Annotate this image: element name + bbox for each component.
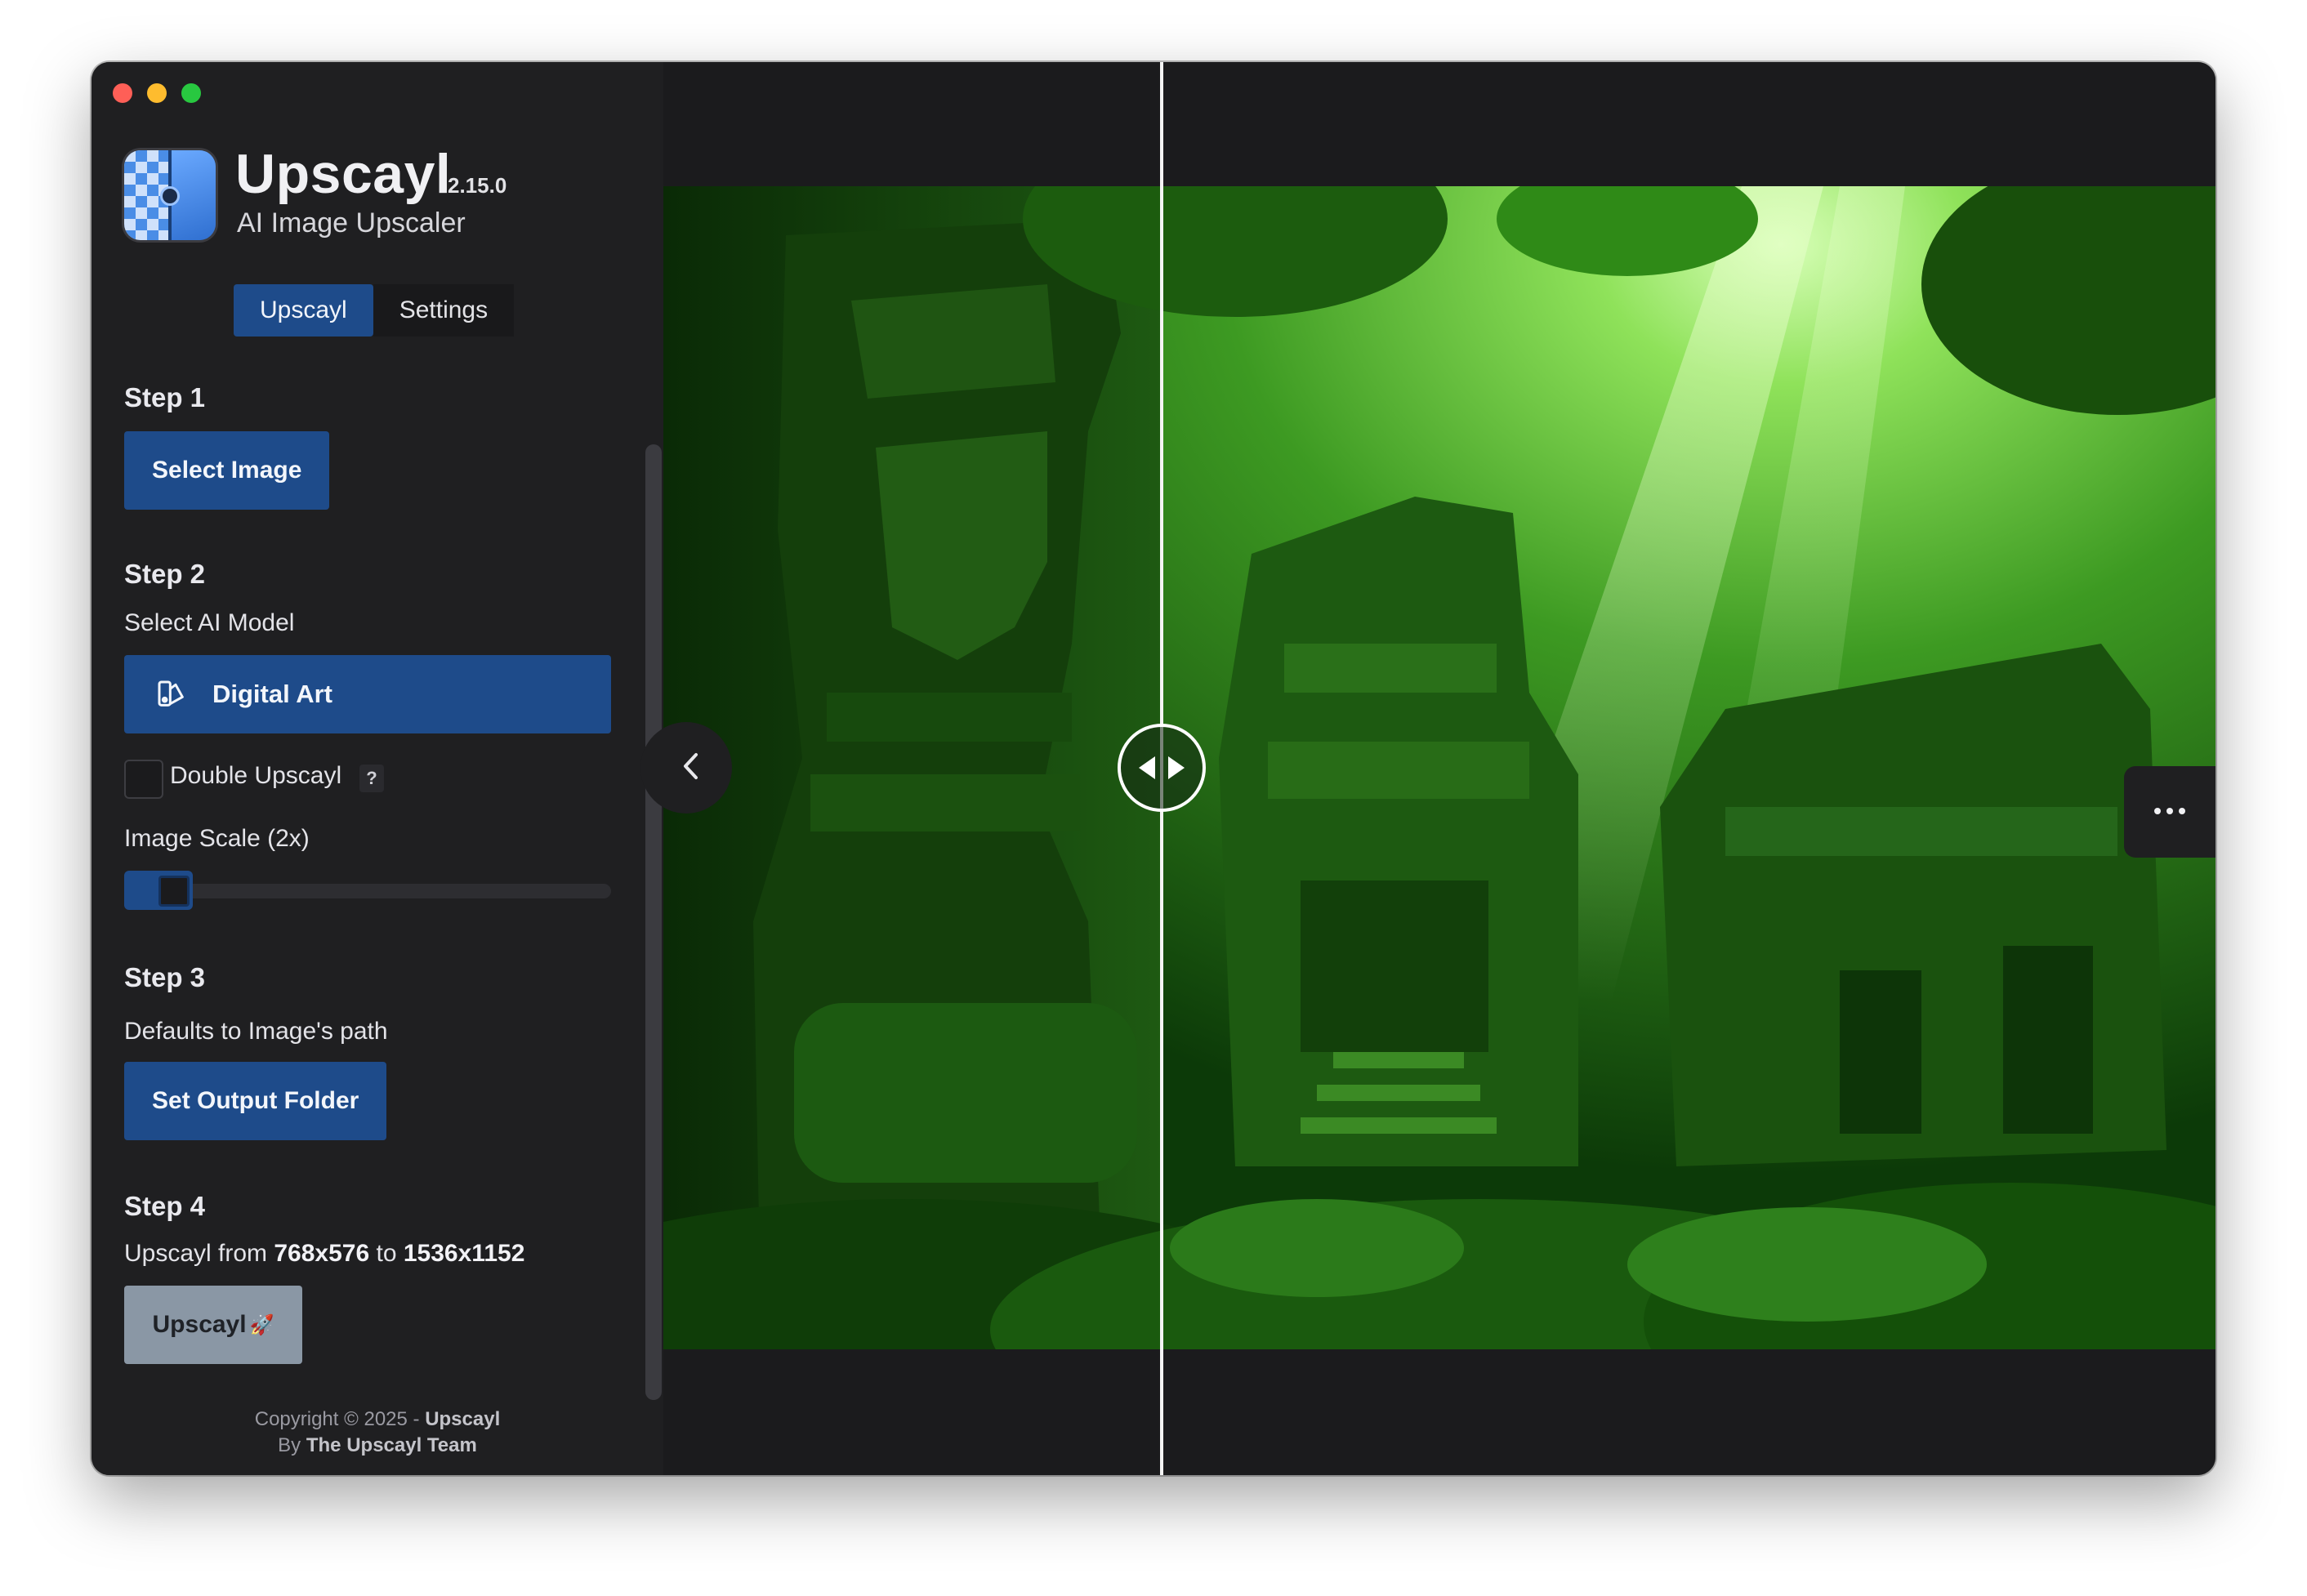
tab-settings[interactable]: Settings [373, 284, 515, 337]
image-compare-preview[interactable] [663, 62, 2216, 1475]
upscale-summary: Upscayl from 768x576 to 1536x1152 [124, 1240, 524, 1268]
minimize-window-button[interactable] [147, 83, 167, 103]
model-select-button[interactable]: Digital Art [124, 655, 611, 733]
more-horizontal-icon [2153, 805, 2186, 819]
app-subtitle: AI Image Upscaler [237, 207, 466, 239]
upscayl-button-label: Upscayl [152, 1311, 247, 1338]
double-upscayl-help-badge[interactable]: ? [359, 765, 384, 792]
footer-brand[interactable]: Upscayl [425, 1408, 500, 1430]
step4-title: Step 4 [124, 1191, 206, 1221]
sidebar-scrollbar[interactable] [645, 444, 662, 1400]
sidebar: Upscayl 2.15.0 AI Image Upscaler Upscayl… [91, 62, 663, 1475]
rocket-icon: 🚀 [249, 1313, 274, 1336]
image-scale-label: Image Scale (2x) [124, 825, 310, 852]
select-image-button[interactable]: Select Image [124, 431, 330, 510]
more-options-button[interactable] [2124, 766, 2216, 858]
app-logo [124, 150, 216, 240]
tab-bar: Upscayl Settings [234, 284, 515, 337]
app-title: Upscayl [235, 143, 452, 205]
footer-credit: By The Upscayl Team [91, 1434, 663, 1457]
footer-by: By [278, 1434, 306, 1456]
target-resolution: 1536x1152 [403, 1240, 525, 1267]
step2-title: Step 2 [124, 559, 206, 589]
chevron-left-icon [681, 752, 699, 784]
window-controls [113, 83, 201, 103]
select-model-label: Select AI Model [124, 609, 295, 636]
app-window: Upscayl 2.15.0 AI Image Upscaler Upscayl… [91, 62, 2216, 1475]
zoom-window-button[interactable] [181, 83, 201, 103]
image-scale-slider-thumb[interactable] [158, 876, 190, 907]
upscayl-button[interactable]: Upscayl 🚀 [124, 1286, 302, 1364]
output-path-hint: Defaults to Image's path [124, 1018, 388, 1045]
footer-copyright: Copyright © 2025 - Upscayl [91, 1408, 663, 1431]
upscale-summary-middle: to [369, 1240, 404, 1267]
set-output-folder-button[interactable]: Set Output Folder [124, 1062, 387, 1140]
source-resolution: 768x576 [274, 1240, 370, 1267]
app-version: 2.15.0 [448, 173, 507, 198]
footer-copyright-text: Copyright © 2025 - [254, 1408, 426, 1430]
model-select-value: Digital Art [212, 680, 332, 708]
double-upscayl-checkbox[interactable] [124, 760, 163, 799]
preview-image [663, 186, 2216, 1349]
collapse-sidebar-button[interactable] [640, 722, 732, 814]
image-scale-slider[interactable] [124, 884, 611, 898]
close-window-button[interactable] [113, 83, 132, 103]
footer-team[interactable]: The Upscayl Team [306, 1434, 477, 1456]
upscale-summary-prefix: Upscayl from [124, 1240, 274, 1267]
palette-icon [155, 678, 188, 711]
tab-upscayl[interactable]: Upscayl [234, 284, 373, 337]
step3-title: Step 3 [124, 962, 206, 992]
double-upscayl-label: Double Upscayl [170, 762, 342, 789]
step1-title: Step 1 [124, 382, 206, 412]
compare-arrows-icon[interactable] [1118, 724, 1206, 812]
